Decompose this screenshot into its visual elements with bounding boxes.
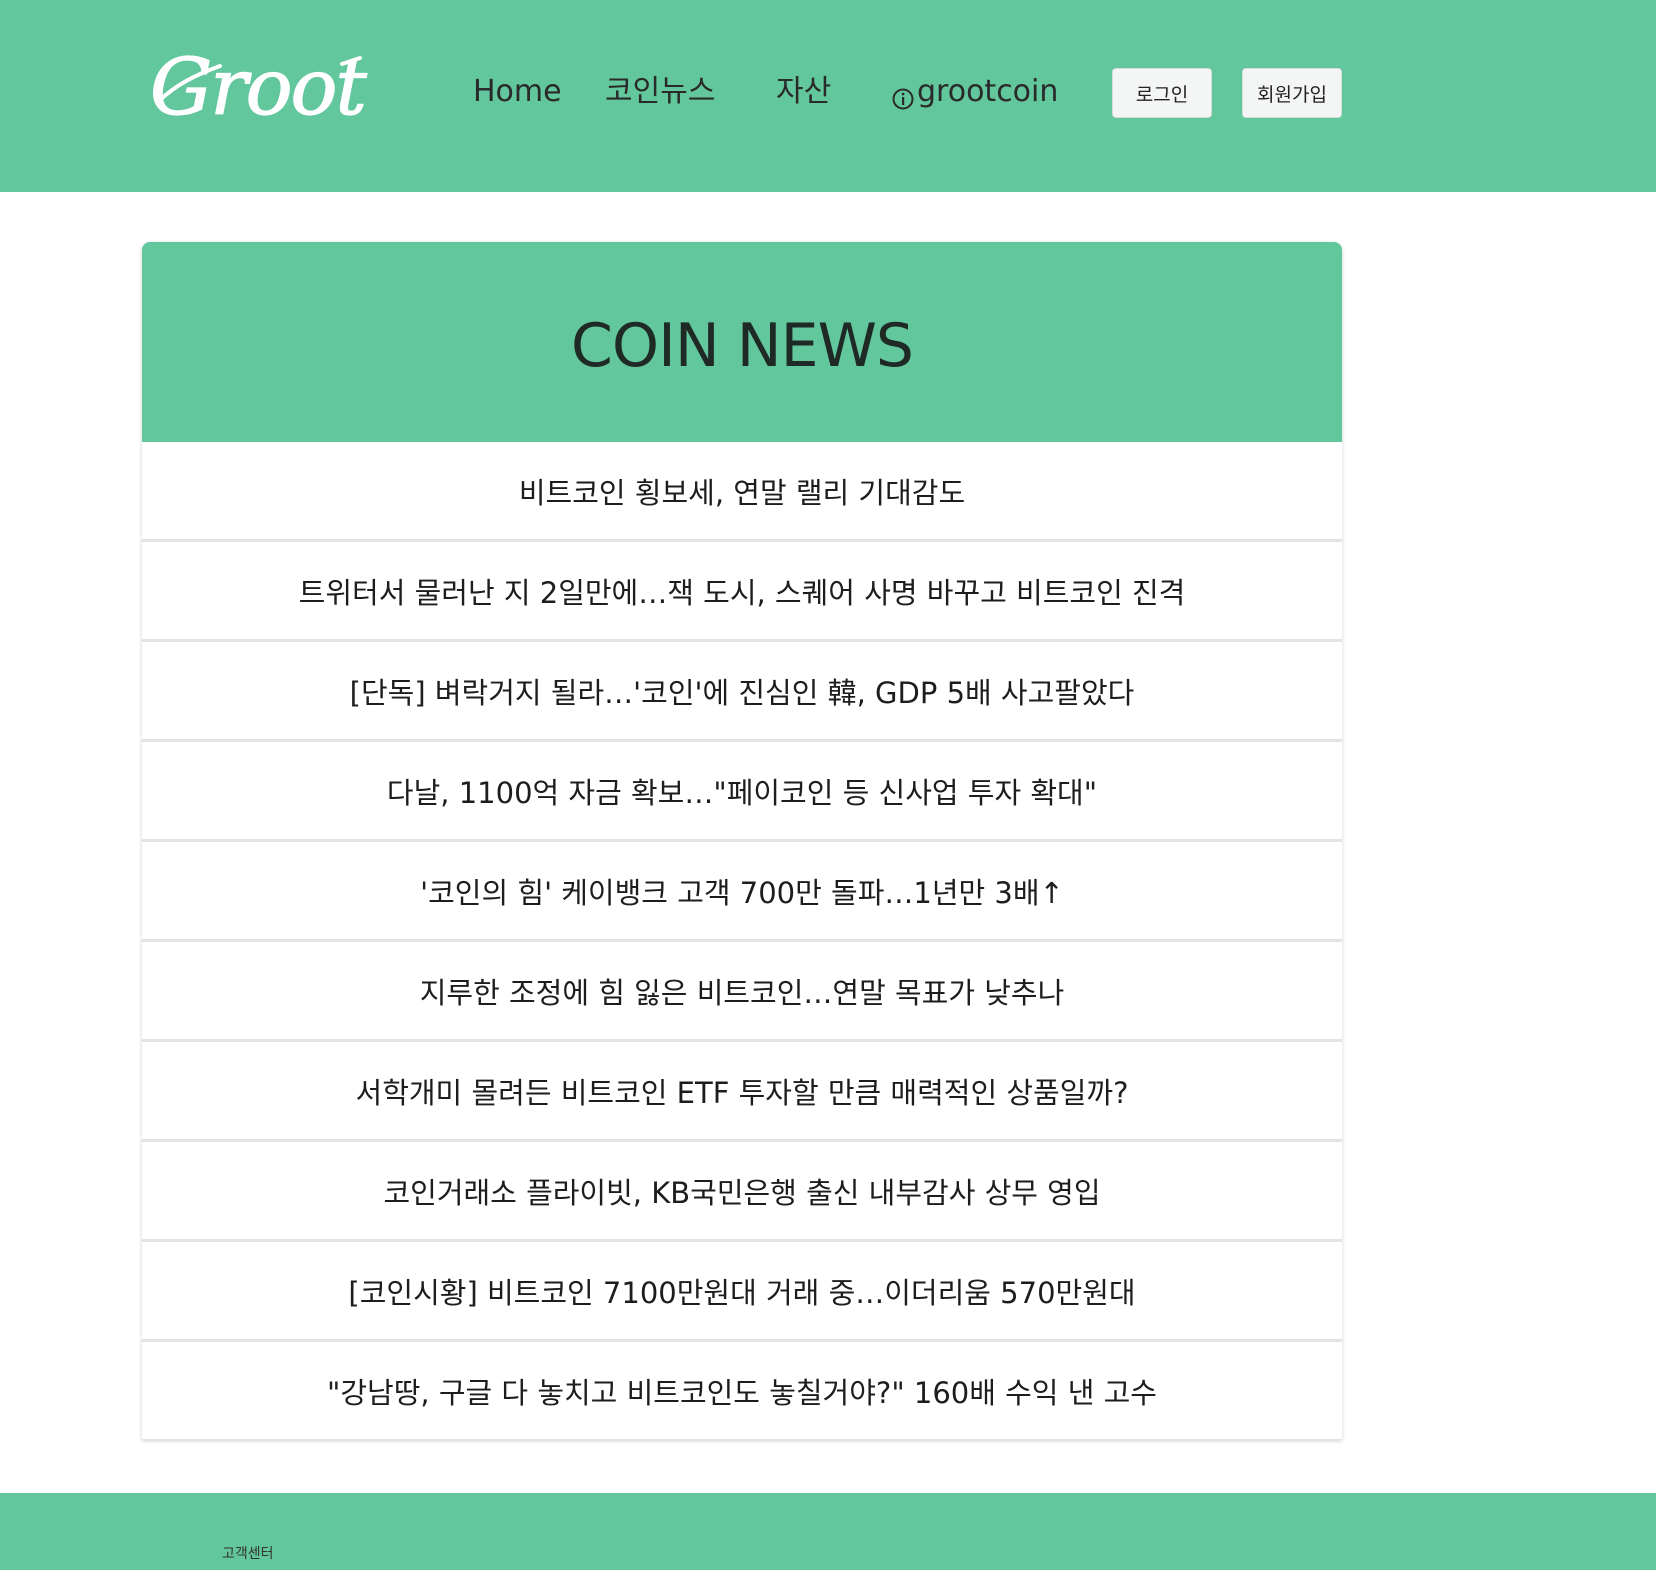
news-item[interactable]: '코인의 힘' 케이뱅크 고객 700만 돌파…1년만 3배↑ (142, 842, 1342, 942)
news-item[interactable]: 코인거래소 플라이빗, KB국민은행 출신 내부감사 상무 영입 (142, 1142, 1342, 1242)
nav-assets[interactable]: 자산 (776, 72, 831, 112)
nav-instagram-label: grootcoin (917, 74, 1059, 109)
login-button[interactable]: 로그인 (1112, 68, 1212, 118)
site-footer: 고객센터 (0, 1493, 1656, 1570)
nav-home[interactable]: Home (473, 72, 562, 112)
groot-logo-text: Groot (150, 44, 368, 133)
news-item[interactable]: "강남땅, 구글 다 놓치고 비트코인도 놓칠거야?" 160배 수익 낸 고수 (142, 1342, 1342, 1440)
news-item[interactable]: 다날, 1100억 자금 확보…"페이코인 등 신사업 투자 확대" (142, 742, 1342, 842)
top-header: Groot Home 코인뉴스 자산 grootcoin 로그인 회원가입 (0, 0, 1656, 192)
signup-button[interactable]: 회원가입 (1242, 68, 1342, 118)
news-list: 비트코인 횡보세, 연말 랠리 기대감도 트위터서 물러난 지 2일만에…잭 도… (142, 442, 1342, 1440)
news-item[interactable]: 서학개미 몰려든 비트코인 ETF 투자할 만큼 매력적인 상품일까? (142, 1042, 1342, 1142)
instagram-icon (892, 81, 914, 110)
customer-center-link[interactable]: 고객센터 (222, 1543, 274, 1563)
nav-instagram[interactable]: grootcoin (892, 72, 1058, 112)
news-item[interactable]: 트위터서 물러난 지 2일만에…잭 도시, 스퀘어 사명 바꾸고 비트코인 진격 (142, 542, 1342, 642)
nav-coin-news[interactable]: 코인뉴스 (605, 72, 715, 112)
news-item[interactable]: 비트코인 횡보세, 연말 랠리 기대감도 (142, 442, 1342, 542)
groot-logo-mark: Groot (149, 44, 370, 134)
coin-news-header: COIN NEWS (142, 242, 1342, 442)
news-item[interactable]: [코인시황] 비트코인 7100만원대 거래 중…이더리움 570만원대 (142, 1242, 1342, 1342)
news-item[interactable]: [단독] 벼락거지 될라…'코인'에 진심인 韓, GDP 5배 사고팔았다 (142, 642, 1342, 742)
groot-logo[interactable]: Groot (146, 44, 398, 140)
coin-news-panel: COIN NEWS 비트코인 횡보세, 연말 랠리 기대감도 트위터서 물러난 … (142, 242, 1342, 1440)
page-title: COIN NEWS (571, 311, 914, 381)
news-item[interactable]: 지루한 조정에 힘 잃은 비트코인…연말 목표가 낮추나 (142, 942, 1342, 1042)
